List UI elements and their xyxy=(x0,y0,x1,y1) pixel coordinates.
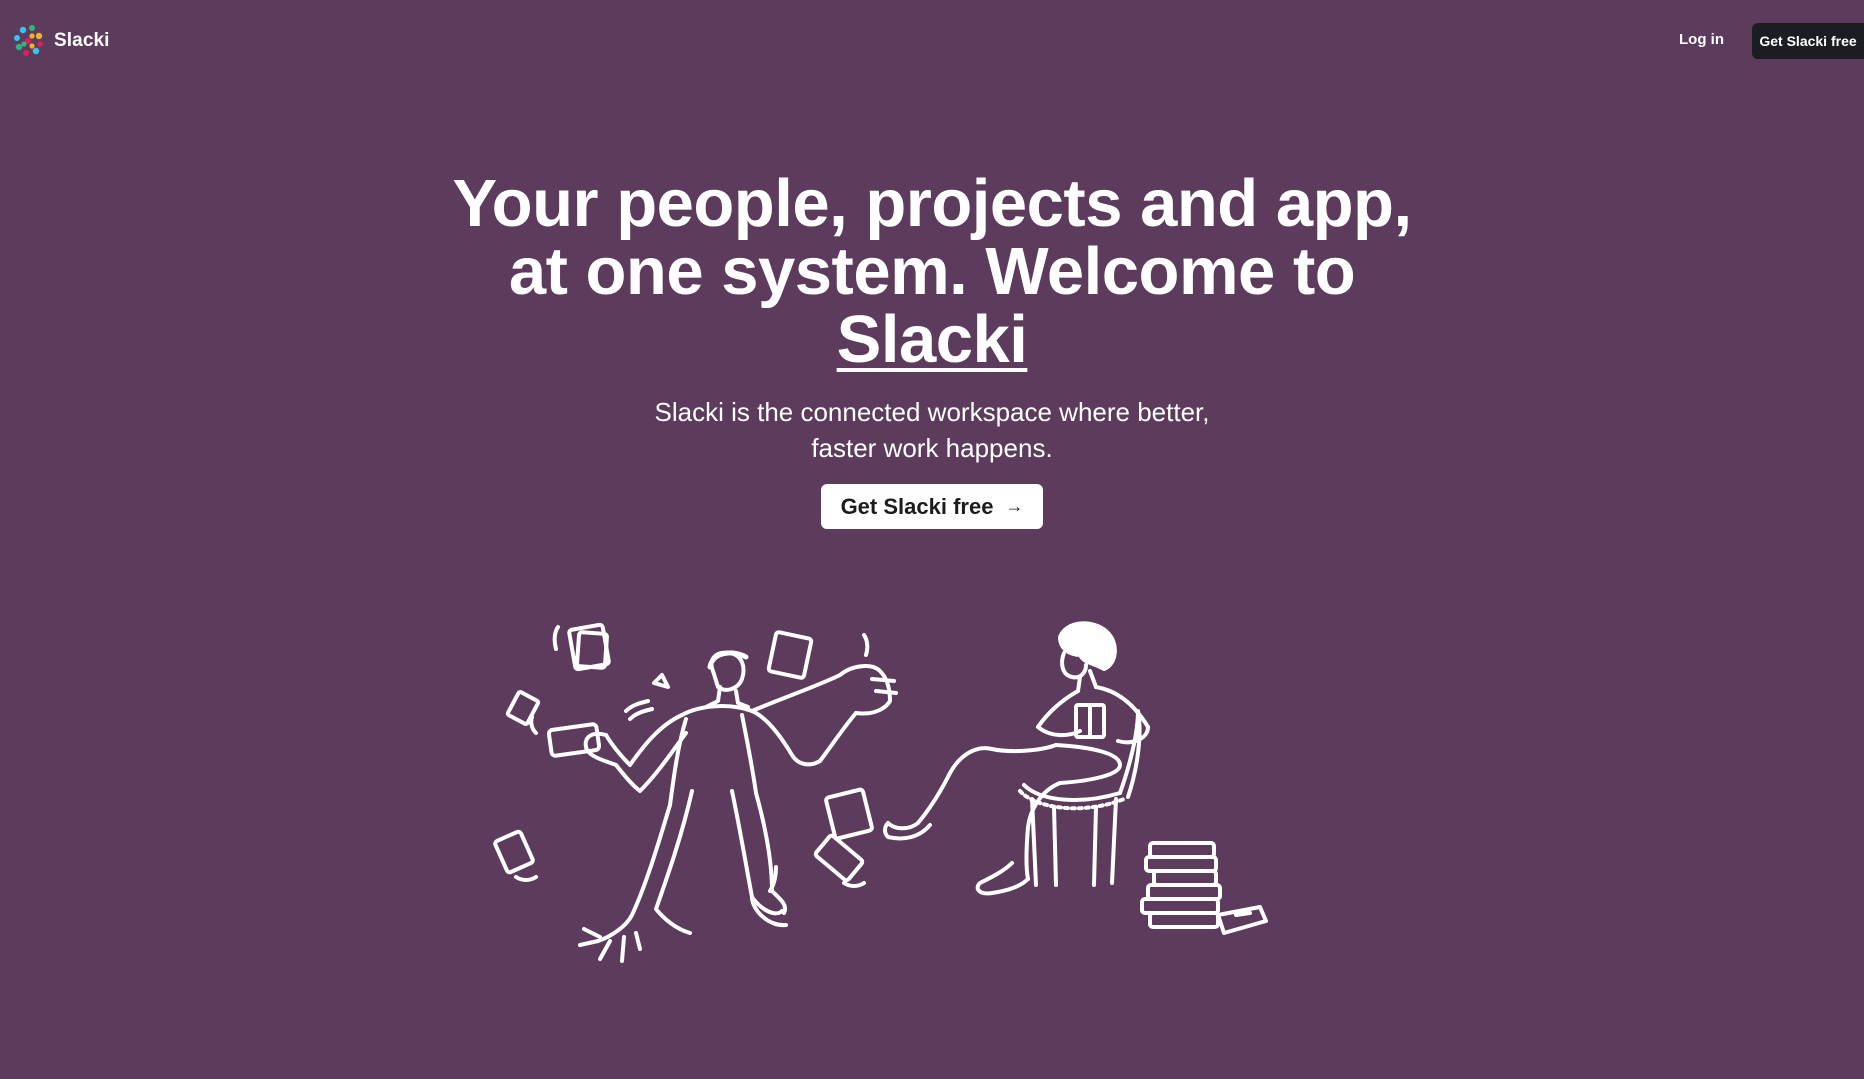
slacki-logo-icon xyxy=(14,25,43,56)
get-slacki-free-hero-button[interactable]: Get Slacki free → xyxy=(820,484,1044,529)
hero-title-brand-link[interactable]: Slacki xyxy=(837,302,1028,377)
landing-page: Slacki Log in Get Slacki free Your peopl… xyxy=(0,0,1864,1079)
hero-section: Your people, projects and app, at one sy… xyxy=(0,170,1864,529)
login-link[interactable]: Log in xyxy=(1679,31,1724,48)
brand-name: Slacki xyxy=(54,30,110,51)
hero-title: Your people, projects and app, at one sy… xyxy=(432,170,1432,374)
hero-cta-label: Get Slacki free xyxy=(840,493,994,519)
hero-illustration xyxy=(493,621,1268,963)
juggling-man-figure xyxy=(493,622,898,963)
reading-woman-figure xyxy=(883,621,1268,935)
hero-title-line-1: Your people, projects and app, xyxy=(452,166,1412,241)
hero-subtitle: Slacki is the connected workspace where … xyxy=(654,397,1210,463)
hero-title-line-2: at one system. Welcome to xyxy=(508,234,1356,309)
top-nav: Slacki Log in Get Slacki free xyxy=(0,0,1864,84)
get-slacki-free-nav-button[interactable]: Get Slacki free xyxy=(1752,23,1864,59)
arrow-right-icon: → xyxy=(1005,496,1024,516)
brand-logo-link[interactable]: Slacki xyxy=(10,23,110,59)
